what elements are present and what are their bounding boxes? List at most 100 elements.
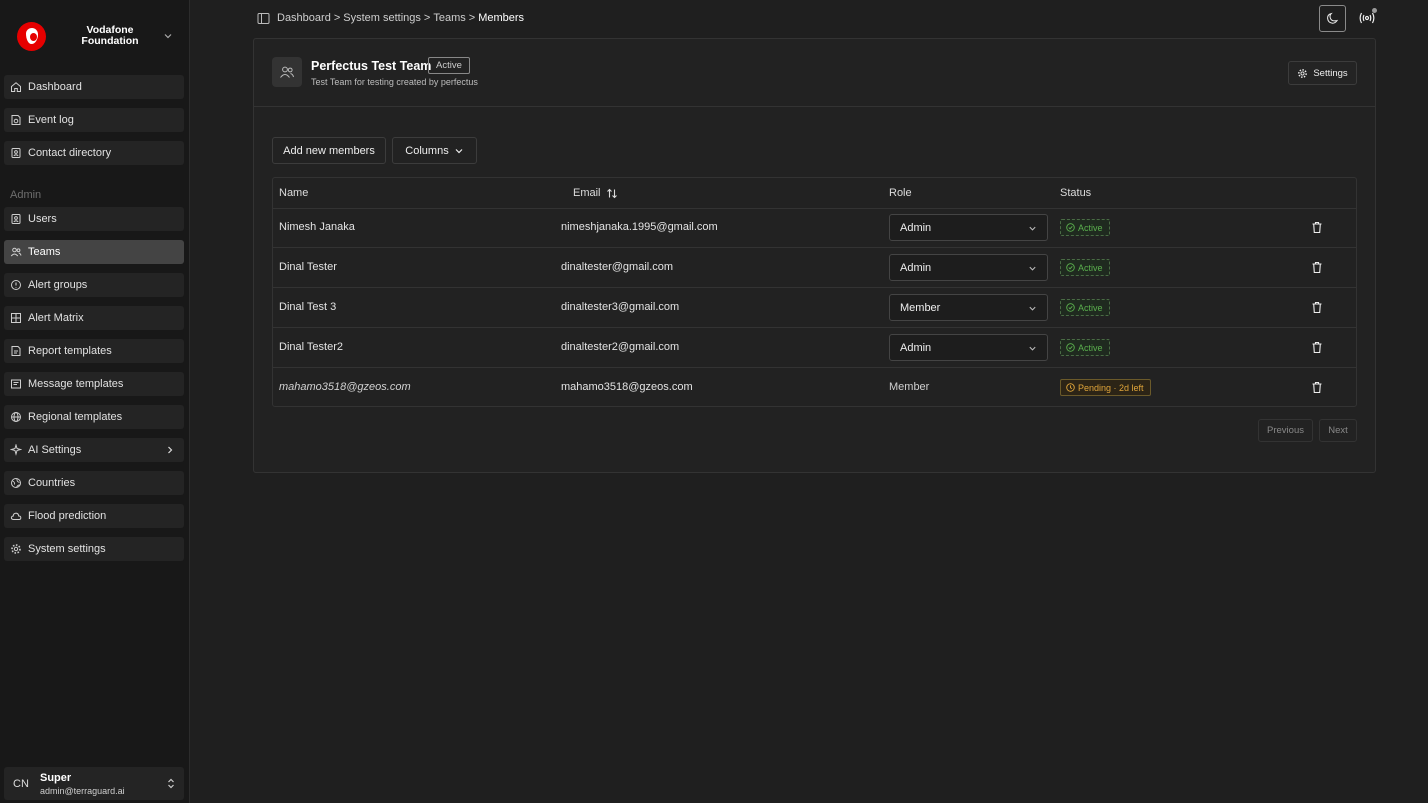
member-email: dinaltester3@gmail.com — [561, 301, 680, 313]
check-circle-icon — [1066, 343, 1075, 352]
status-dot — [1372, 8, 1377, 13]
vodafone-logo-icon — [17, 21, 46, 51]
status-badge: Active — [428, 57, 470, 74]
sidebar-item-dashboard[interactable]: Dashboard — [4, 75, 184, 99]
sort-icon[interactable] — [606, 188, 618, 199]
check-circle-icon — [1066, 223, 1075, 232]
sidebar-section-admin: Admin — [10, 189, 42, 201]
member-name: mahamo3518@gzeos.com — [279, 381, 411, 393]
chevron-up-down-icon — [168, 778, 174, 789]
team-settings-button[interactable]: Settings — [1288, 61, 1357, 85]
event-log-icon — [11, 115, 21, 125]
theme-toggle-button[interactable] — [1319, 5, 1346, 32]
table-row: mahamo3518@gzeos.com mahamo3518@gzeos.co… — [273, 368, 1356, 408]
sidebar-item-alert-groups[interactable]: Alert groups — [4, 273, 184, 297]
breadcrumb-teams[interactable]: Teams — [433, 12, 465, 24]
brand-switcher[interactable]: Vodafone Foundation — [0, 0, 189, 72]
user-name: Super — [40, 772, 72, 784]
table-row: Nimesh Janaka nimeshjanaka.1995@gmail.co… — [273, 208, 1356, 248]
chevron-down-icon — [1029, 266, 1036, 271]
alert-icon — [11, 280, 21, 290]
sidebar-item-teams[interactable]: Teams — [4, 240, 184, 264]
status-badge: Active — [1060, 259, 1110, 276]
status-badge: Pending · 2d left — [1060, 379, 1151, 396]
chevron-down-icon — [1029, 226, 1036, 231]
status-badge: Active — [1060, 219, 1110, 236]
previous-page-button[interactable]: Previous — [1258, 419, 1313, 442]
sidebar-item-flood-prediction[interactable]: Flood prediction — [4, 504, 184, 528]
contact-icon — [11, 148, 21, 158]
breadcrumb-separator: > — [468, 12, 476, 24]
trash-icon[interactable] — [1311, 381, 1323, 394]
sidebar-item-event-log[interactable]: Event log — [4, 108, 184, 132]
users-group-icon — [280, 66, 294, 78]
add-new-members-button[interactable]: Add new members — [272, 137, 386, 164]
home-icon — [11, 82, 21, 92]
globe-icon — [11, 412, 21, 422]
sidebar-item-countries[interactable]: Countries — [4, 471, 184, 495]
team-avatar — [272, 57, 302, 87]
member-email: dinaltester@gmail.com — [561, 261, 674, 273]
teams-icon — [10, 247, 22, 257]
broadcast-button[interactable] — [1355, 6, 1379, 30]
gear-icon — [11, 544, 21, 554]
member-name: Dinal Tester — [279, 261, 337, 273]
breadcrumb-current: Members — [478, 12, 525, 24]
sidebar-item-report-templates[interactable]: Report templates — [4, 339, 184, 363]
columns-dropdown-button[interactable]: Columns — [392, 137, 477, 164]
table-header: Name Email Role Status — [273, 178, 1356, 209]
sidebar-item-message-templates[interactable]: Message templates — [4, 372, 184, 396]
team-description: Test Team for testing created by perfect… — [311, 77, 478, 87]
column-header-role: Role — [889, 187, 912, 199]
sidebar-item-ai-settings[interactable]: AI Settings — [4, 438, 184, 462]
team-name: Perfectus Test Team — [311, 59, 432, 73]
check-circle-icon — [1066, 303, 1075, 312]
sidebar-item-contact-directory[interactable]: Contact directory — [4, 141, 184, 165]
status-badge: Active — [1060, 339, 1110, 356]
member-email: mahamo3518@gzeos.com — [561, 381, 693, 393]
breadcrumb-dashboard[interactable]: Dashboard — [277, 12, 331, 24]
sidebar-item-alert-matrix[interactable]: Alert Matrix — [4, 306, 184, 330]
trash-icon[interactable] — [1311, 221, 1323, 234]
role-select[interactable]: Admin — [889, 254, 1048, 281]
sparkles-icon — [10, 444, 22, 456]
table-row: Dinal Tester2 dinaltester2@gmail.com Adm… — [273, 328, 1356, 368]
member-email: nimeshjanaka.1995@gmail.com — [561, 221, 718, 233]
chevron-down-icon — [455, 148, 463, 153]
broadcast-icon — [1359, 12, 1375, 24]
chevron-down-icon — [1029, 306, 1036, 311]
check-circle-icon — [1066, 263, 1075, 272]
clock-icon — [1066, 383, 1075, 392]
brand-name: Vodafone Foundation — [81, 24, 139, 47]
app-root: Vodafone Foundation Dashboard Event log … — [0, 0, 1428, 803]
trash-icon[interactable] — [1311, 301, 1323, 314]
sidebar-item-users[interactable]: Users — [4, 207, 184, 231]
sidebar-item-system-settings[interactable]: System settings — [4, 537, 184, 561]
team-header: Perfectus Test Team Active Test Team for… — [254, 39, 1375, 107]
member-role: Member — [889, 381, 930, 393]
breadcrumb: Dashboard > System settings > Teams > Me… — [277, 12, 524, 24]
trash-icon[interactable] — [1311, 341, 1323, 354]
trash-icon[interactable] — [1311, 261, 1323, 274]
breadcrumb-separator: > — [333, 12, 341, 24]
breadcrumb-system-settings[interactable]: System settings — [343, 12, 421, 24]
sidebar-toggle-icon[interactable] — [257, 12, 270, 25]
member-email: dinaltester2@gmail.com — [561, 341, 680, 353]
chevron-down-icon — [1029, 346, 1036, 351]
member-name: Dinal Tester2 — [279, 341, 343, 353]
members-table: Name Email Role Status Nimesh Janaka nim… — [272, 177, 1357, 407]
role-select[interactable]: Admin — [889, 214, 1048, 241]
table-row: Dinal Tester dinaltester@gmail.com Admin… — [273, 248, 1356, 288]
role-select[interactable]: Member — [889, 294, 1048, 321]
next-page-button[interactable]: Next — [1319, 419, 1357, 442]
role-select[interactable]: Admin — [889, 334, 1048, 361]
users-icon — [11, 214, 21, 224]
sidebar-item-regional-templates[interactable]: Regional templates — [4, 405, 184, 429]
user-email: admin@terraguard.ai — [40, 786, 125, 796]
avatar: CN — [13, 778, 29, 790]
column-header-status: Status — [1060, 187, 1092, 199]
column-header-email[interactable]: Email — [573, 187, 618, 199]
breadcrumb-separator: > — [423, 12, 431, 24]
column-header-name: Name — [279, 187, 309, 199]
user-menu[interactable]: CN Super admin@terraguard.ai — [4, 767, 184, 800]
